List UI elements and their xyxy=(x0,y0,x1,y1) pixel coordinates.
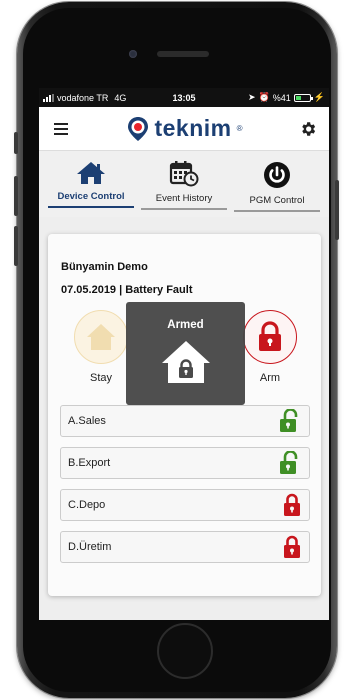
status-bar: vodafone TR 4G 13:05 ➤ ⏰ %41 ⚡ xyxy=(39,88,329,107)
unlock-icon[interactable] xyxy=(279,451,301,475)
unlock-icon[interactable] xyxy=(279,409,301,433)
partition-name: C.Depo xyxy=(68,499,106,511)
lock-icon xyxy=(259,321,281,351)
device-status: 07.05.2019 | Battery Fault xyxy=(61,284,193,296)
brand-logo: teknim ® xyxy=(127,115,243,142)
app-header: teknim ® xyxy=(39,107,329,151)
arm-mode-button[interactable]: Arm xyxy=(242,310,298,384)
brand-registered-mark: ® xyxy=(236,124,243,133)
clock: 13:05 xyxy=(172,92,196,103)
partition-name: A.Sales xyxy=(68,415,106,427)
hamburger-icon[interactable] xyxy=(51,121,71,137)
lock-icon[interactable] xyxy=(283,493,301,517)
tab-underline xyxy=(48,206,134,208)
partition-name: B.Export xyxy=(68,457,111,469)
partition-row[interactable]: C.Depo xyxy=(60,489,310,521)
battery-icon xyxy=(293,93,313,102)
tab-underline xyxy=(234,210,320,212)
home-stay-icon xyxy=(87,324,115,350)
calendar-clock-icon xyxy=(169,161,199,187)
home-icon xyxy=(77,162,105,184)
tab-pgm-control[interactable]: PGM Control xyxy=(233,151,321,217)
gear-icon[interactable] xyxy=(299,120,317,138)
tab-label: Device Control xyxy=(57,191,125,202)
tab-label: PGM Control xyxy=(249,195,305,206)
app-screen: vodafone TR 4G 13:05 ➤ ⏰ %41 ⚡ teknim ® xyxy=(39,88,329,620)
armed-toast: Armed xyxy=(126,302,245,405)
home-button[interactable] xyxy=(157,623,213,679)
device-name: Bünyamin Demo xyxy=(61,261,148,273)
lock-icon[interactable] xyxy=(283,535,301,559)
brand-name: teknim xyxy=(154,115,232,141)
location-pin-logo-icon xyxy=(128,116,149,141)
tab-device-control[interactable]: Device Control xyxy=(47,151,135,217)
tab-bar: Device Control Event History PGM Control xyxy=(39,151,329,217)
power-icon xyxy=(264,162,290,188)
stay-label: Stay xyxy=(89,372,112,384)
front-camera xyxy=(129,50,137,58)
volume-down-button xyxy=(14,226,18,266)
volume-up-button xyxy=(14,176,18,216)
tab-label: Event History xyxy=(155,193,213,204)
partition-row[interactable]: A.Sales xyxy=(60,405,310,437)
arm-label: Arm xyxy=(259,372,281,384)
tab-event-history[interactable]: Event History xyxy=(140,151,228,217)
partition-name: D.Üretim xyxy=(68,541,112,553)
stay-mode-button[interactable]: Stay xyxy=(73,310,129,384)
mute-switch xyxy=(14,132,18,154)
earpiece-speaker xyxy=(157,51,209,57)
home-lock-icon xyxy=(161,341,210,383)
tab-underline xyxy=(141,208,227,210)
toast-title: Armed xyxy=(167,319,204,331)
partition-row[interactable]: D.Üretim xyxy=(60,531,310,563)
partition-row[interactable]: B.Export xyxy=(60,447,310,479)
power-side-button xyxy=(335,180,339,240)
device-card: Bünyamin Demo 07.05.2019 | Battery Fault… xyxy=(48,234,321,596)
